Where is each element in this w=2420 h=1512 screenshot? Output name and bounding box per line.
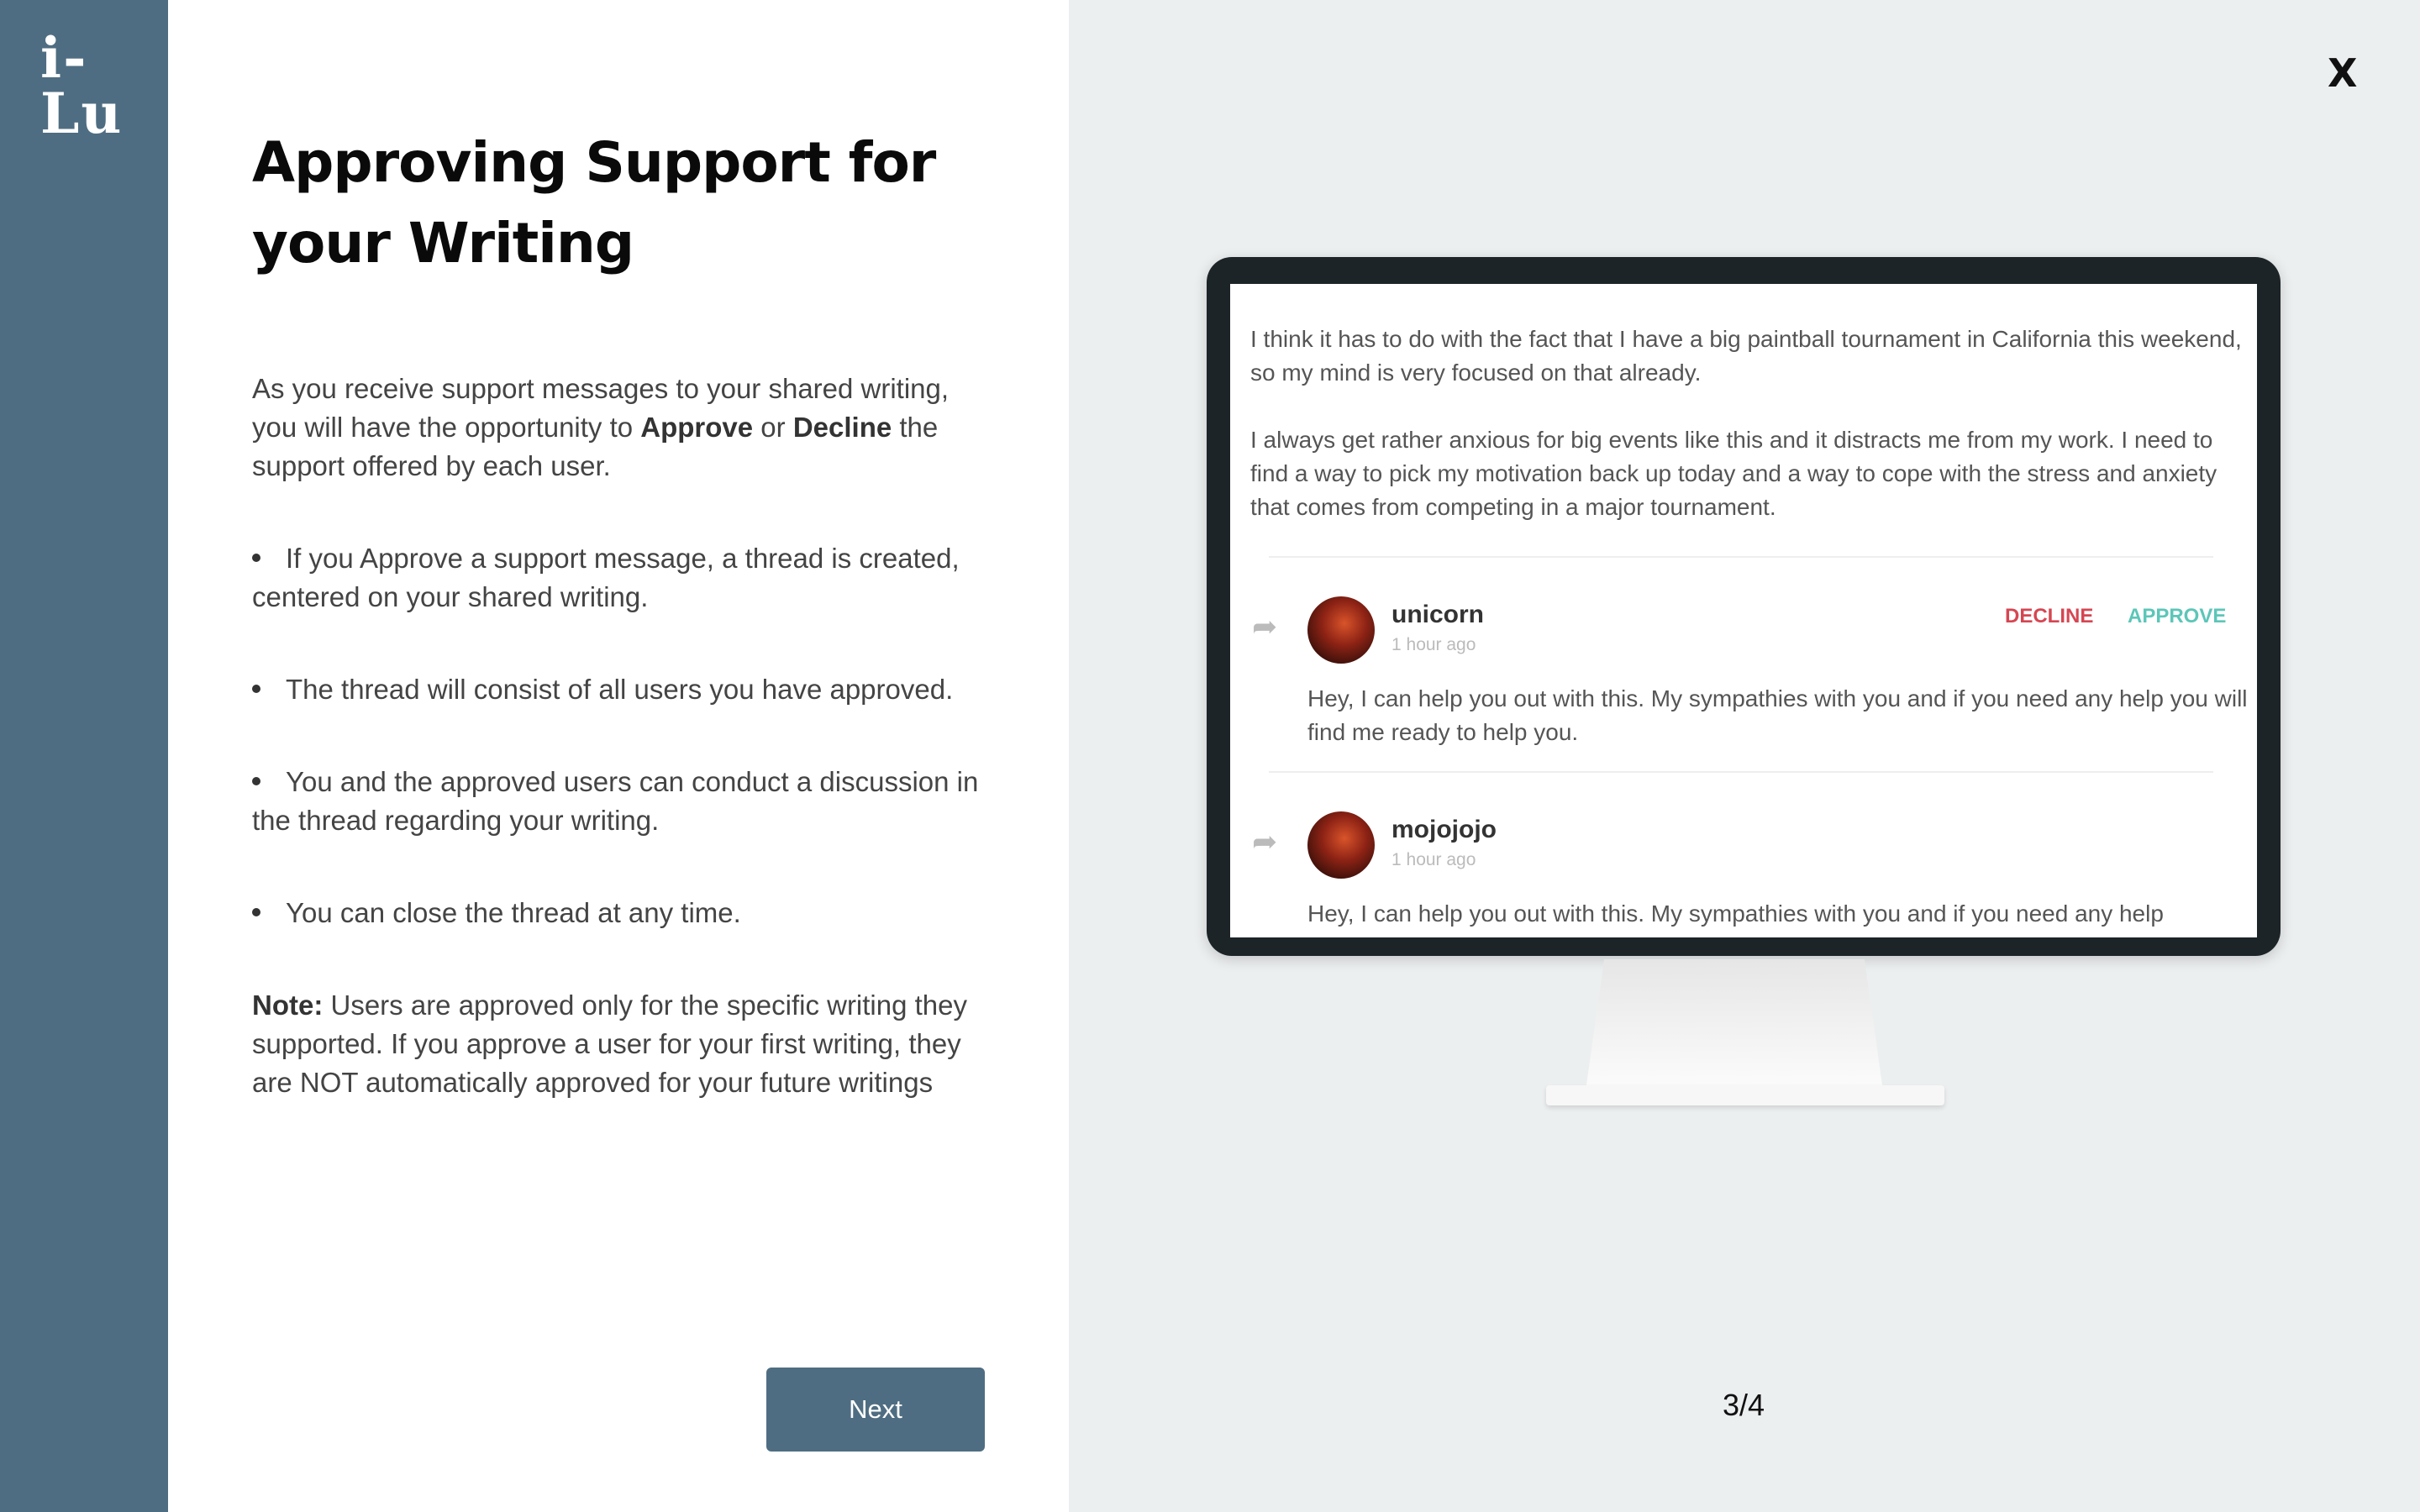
instructions-panel: Approving Support for your Writing As yo… <box>168 0 1069 1512</box>
approve-button[interactable]: APPROVE <box>2128 600 2226 633</box>
message-time: 1 hour ago <box>1392 635 1476 654</box>
decline-button[interactable]: DECLINE <box>2005 600 2093 633</box>
username: mojojojo <box>1392 816 1497 843</box>
monitor-screen: I think it has to do with the fact that … <box>1230 284 2257 937</box>
close-button[interactable]: X <box>2328 50 2357 96</box>
page-indicator: 3/4 <box>1722 1388 1765 1422</box>
sidebar: i-Lu <box>0 0 168 1512</box>
intro-decline-word: Decline <box>792 412 892 443</box>
bullet-dot <box>252 777 260 786</box>
avatar <box>1307 811 1375 879</box>
monitor-base <box>1546 1085 1944 1105</box>
next-button[interactable]: Next <box>766 1368 985 1452</box>
app-logo[interactable]: i-Lu <box>40 30 168 141</box>
bullet-item: If you Approve a support message, a thre… <box>252 539 992 617</box>
monitor-illustration: I think it has to do with the fact that … <box>1207 257 2281 956</box>
share-icon: ➦ <box>1252 824 1278 858</box>
post-paragraph-2: I always get rather anxious for big even… <box>1250 427 2217 520</box>
message-time: 1 hour ago <box>1392 850 1476 869</box>
bullet-text: The thread will consist of all users you… <box>286 674 954 705</box>
bullet-text: You can close the thread at any time. <box>286 897 741 928</box>
username: unicorn <box>1392 601 1484 628</box>
post-paragraph-1: I think it has to do with the fact that … <box>1250 326 2242 386</box>
divider <box>1269 556 2213 558</box>
intro-paragraph: As you receive support messages to your … <box>252 370 992 486</box>
support-message: Hey, I can help you out with this. My sy… <box>1307 900 2164 927</box>
note-label: Note: <box>252 990 324 1021</box>
bullet-item: The thread will consist of all users you… <box>252 670 992 709</box>
note-text: Users are approved only for the specific… <box>252 990 968 1098</box>
avatar <box>1307 596 1375 664</box>
bullet-text: You and the approved users can conduct a… <box>252 766 979 836</box>
bullet-dot <box>252 685 260 694</box>
page-title: Approving Support for your Writing <box>252 130 936 276</box>
share-icon: ➦ <box>1252 609 1278 643</box>
divider <box>1269 771 2213 773</box>
bullet-item: You and the approved users can conduct a… <box>252 763 992 840</box>
monitor-stand <box>1586 959 1882 1085</box>
bullet-text: If you Approve a support message, a thre… <box>252 543 960 612</box>
intro-approve-word: Approve <box>640 412 754 443</box>
intro-or-text: or <box>753 412 793 443</box>
bullet-dot <box>252 554 260 563</box>
bullet-dot <box>252 908 260 917</box>
bullet-item: You can close the thread at any time. <box>252 894 992 932</box>
instructions-content: As you receive support messages to your … <box>252 370 992 1156</box>
note-paragraph: Note: Users are approved only for the sp… <box>252 986 992 1102</box>
support-message: Hey, I can help you out with this. My sy… <box>1307 685 2248 745</box>
